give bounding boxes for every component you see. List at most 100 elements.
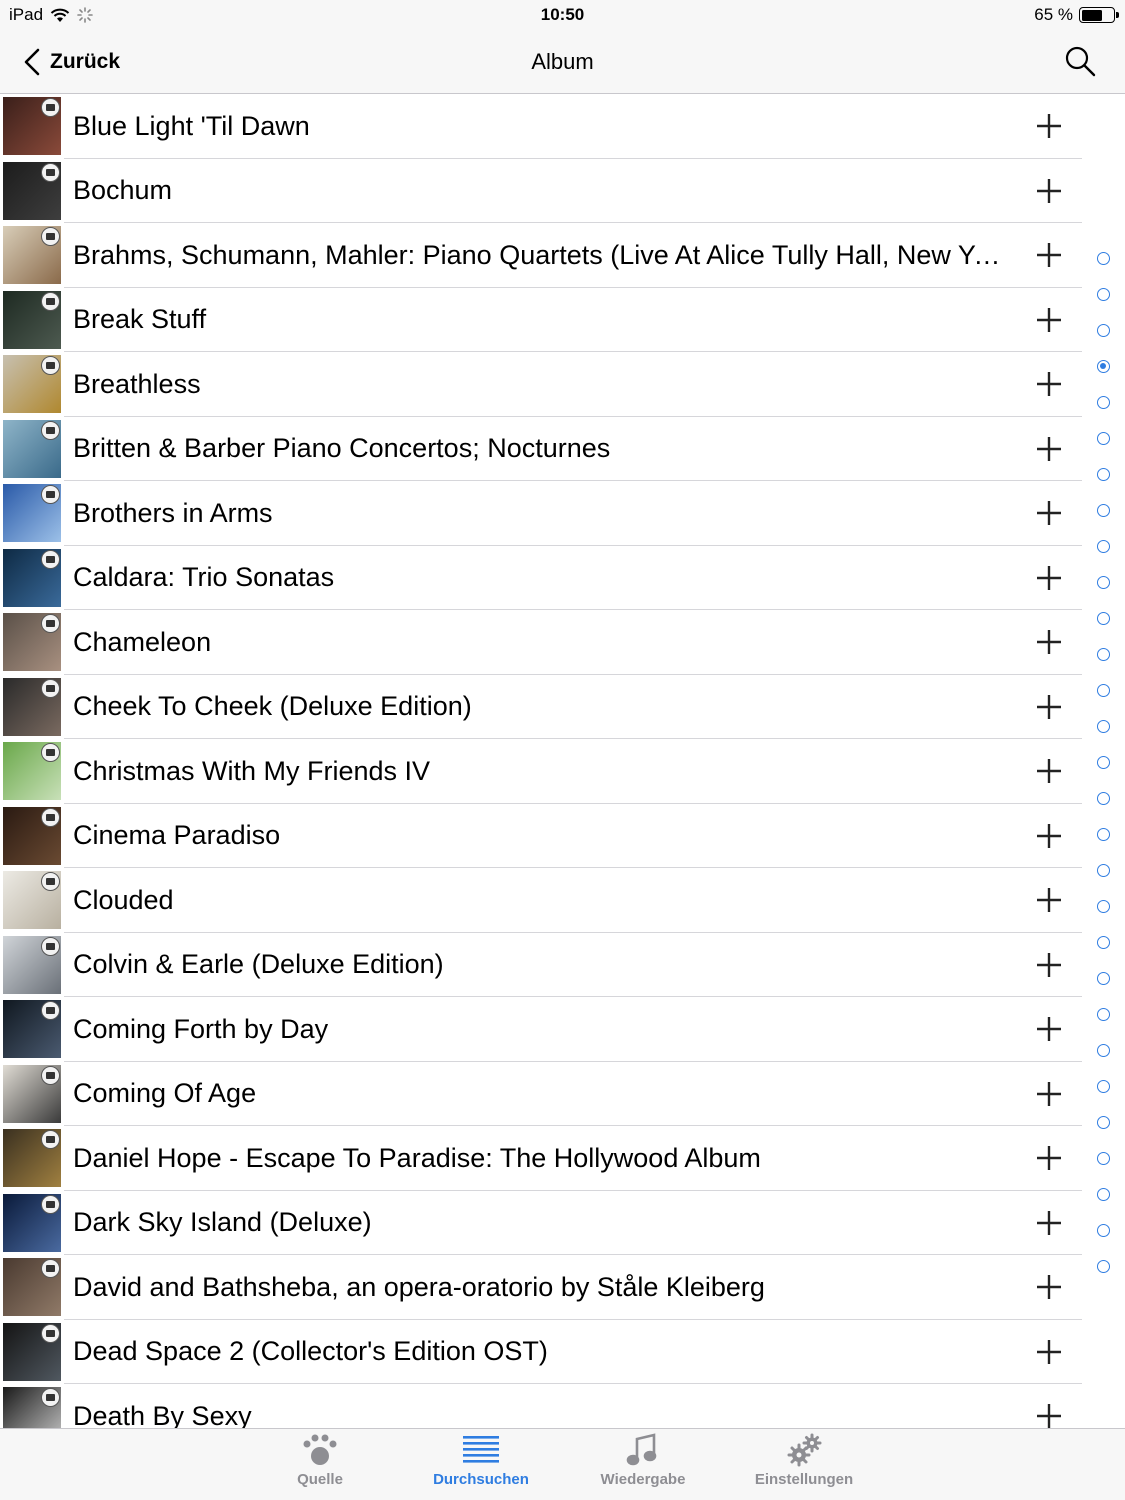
add-button[interactable]: [1016, 1001, 1082, 1057]
plus-icon: [1037, 243, 1061, 268]
cloud-source-badge-icon: [41, 1323, 60, 1343]
tab-durchsuchen[interactable]: Durchsuchen: [416, 1433, 546, 1499]
album-row[interactable]: Blue Light 'Til Dawn: [0, 94, 1082, 159]
add-button[interactable]: [1016, 1195, 1082, 1251]
album-row[interactable]: Chameleon: [0, 610, 1082, 675]
album-row[interactable]: Break Stuff: [0, 288, 1082, 353]
index-dot[interactable]: [1096, 1224, 1110, 1237]
index-dot[interactable]: [1096, 684, 1110, 697]
index-dot[interactable]: [1096, 1152, 1110, 1165]
add-button[interactable]: [1016, 227, 1082, 283]
index-dot[interactable]: [1096, 612, 1110, 625]
index-dot[interactable]: [1096, 1080, 1110, 1093]
index-dot[interactable]: [1096, 648, 1110, 661]
album-row[interactable]: Colvin & Earle (Deluxe Edition): [0, 933, 1082, 998]
album-row[interactable]: Daniel Hope - Escape To Paradise: The Ho…: [0, 1126, 1082, 1191]
index-dot[interactable]: [1096, 900, 1110, 913]
index-dot[interactable]: [1096, 936, 1110, 949]
album-row[interactable]: Christmas With My Friends IV: [0, 739, 1082, 804]
index-dot[interactable]: [1096, 504, 1110, 517]
add-button[interactable]: [1016, 1066, 1082, 1122]
add-button[interactable]: [1016, 292, 1082, 348]
add-button[interactable]: [1016, 163, 1082, 219]
album-row[interactable]: Coming Of Age: [0, 1062, 1082, 1127]
section-index[interactable]: [1094, 252, 1112, 1296]
index-dot[interactable]: [1096, 576, 1110, 589]
album-row[interactable]: Bochum: [0, 159, 1082, 224]
index-dot[interactable]: [1096, 792, 1110, 805]
add-button[interactable]: [1016, 356, 1082, 412]
album-row[interactable]: Brahms, Schumann, Mahler: Piano Quartets…: [0, 223, 1082, 288]
index-dot[interactable]: [1096, 252, 1110, 265]
plus-icon: [1037, 178, 1061, 203]
index-dot[interactable]: [1096, 1260, 1110, 1273]
index-dot[interactable]: [1096, 1008, 1110, 1021]
index-dot[interactable]: [1096, 828, 1110, 841]
plus-icon: [1037, 1339, 1061, 1364]
index-dot[interactable]: [1096, 864, 1110, 877]
plus-icon: [1037, 1210, 1061, 1235]
index-dot[interactable]: [1096, 1116, 1110, 1129]
add-button[interactable]: [1016, 421, 1082, 477]
album-artwork: [3, 97, 61, 156]
add-button[interactable]: [1016, 937, 1082, 993]
navigation-bar: Zurück Album: [0, 30, 1125, 94]
album-row[interactable]: Clouded: [0, 868, 1082, 933]
add-button[interactable]: [1016, 872, 1082, 928]
index-dot[interactable]: [1096, 288, 1110, 301]
add-button[interactable]: [1016, 808, 1082, 864]
album-artwork: [3, 613, 61, 672]
index-dot[interactable]: [1096, 1044, 1110, 1057]
index-dot[interactable]: [1096, 1188, 1110, 1201]
album-row[interactable]: Caldara: Trio Sonatas: [0, 546, 1082, 611]
add-button[interactable]: [1016, 679, 1082, 735]
add-button[interactable]: [1016, 743, 1082, 799]
add-button[interactable]: [1016, 1259, 1082, 1315]
battery-percent: 65 %: [1034, 5, 1073, 24]
add-button[interactable]: [1016, 98, 1082, 154]
album-title: Break Stuff: [73, 304, 207, 335]
album-row[interactable]: Dead Space 2 (Collector's Edition OST): [0, 1320, 1082, 1385]
album-title: Dark Sky Island (Deluxe): [73, 1207, 372, 1238]
album-row[interactable]: Britten & Barber Piano Concertos; Noctur…: [0, 417, 1082, 482]
album-title: Dead Space 2 (Collector's Edition OST): [73, 1336, 548, 1367]
index-dot[interactable]: [1096, 720, 1110, 733]
add-button[interactable]: [1016, 1388, 1082, 1428]
tab-einstellungen[interactable]: Einstellungen: [739, 1433, 869, 1499]
album-row[interactable]: Coming Forth by Day: [0, 997, 1082, 1062]
album-row[interactable]: Dark Sky Island (Deluxe): [0, 1191, 1082, 1256]
index-dot[interactable]: [1096, 468, 1110, 481]
album-row[interactable]: Cinema Paradiso: [0, 804, 1082, 869]
album-row[interactable]: Breathless: [0, 352, 1082, 417]
add-button[interactable]: [1016, 1324, 1082, 1380]
cloud-source-badge-icon: [41, 807, 60, 827]
add-button[interactable]: [1016, 485, 1082, 541]
index-dot[interactable]: [1096, 432, 1110, 445]
album-row[interactable]: Death By Sexy: [0, 1384, 1082, 1428]
plus-icon: [1037, 759, 1061, 784]
album-title: Daniel Hope - Escape To Paradise: The Ho…: [73, 1142, 761, 1173]
tab-wiedergabe[interactable]: Wiedergabe: [578, 1433, 708, 1499]
back-button[interactable]: Zurück: [24, 44, 120, 80]
add-button[interactable]: [1016, 1130, 1082, 1186]
cloud-source-badge-icon: [41, 291, 60, 311]
index-dot[interactable]: [1096, 360, 1110, 373]
album-row[interactable]: Cheek To Cheek (Deluxe Edition): [0, 675, 1082, 740]
cloud-source-badge-icon: [41, 227, 60, 247]
search-icon[interactable]: [1063, 44, 1097, 78]
index-dot[interactable]: [1096, 324, 1110, 337]
album-list[interactable]: Blue Light 'Til Dawn Bochum Brahms, Schuma…: [0, 94, 1082, 1428]
add-button[interactable]: [1016, 550, 1082, 606]
plus-icon: [1037, 114, 1061, 139]
album-row[interactable]: David and Bathsheba, an opera-oratorio b…: [0, 1255, 1082, 1320]
tab-quelle[interactable]: Quelle: [255, 1433, 385, 1499]
add-button[interactable]: [1016, 614, 1082, 670]
index-dot[interactable]: [1096, 396, 1110, 409]
album-row[interactable]: Brothers in Arms: [0, 481, 1082, 546]
status-time: 10:50: [540, 5, 585, 24]
index-dot[interactable]: [1096, 756, 1110, 769]
plus-icon: [1037, 1275, 1061, 1300]
index-dot[interactable]: [1096, 540, 1110, 553]
album-title: Cheek To Cheek (Deluxe Edition): [73, 691, 472, 722]
index-dot[interactable]: [1096, 972, 1110, 985]
